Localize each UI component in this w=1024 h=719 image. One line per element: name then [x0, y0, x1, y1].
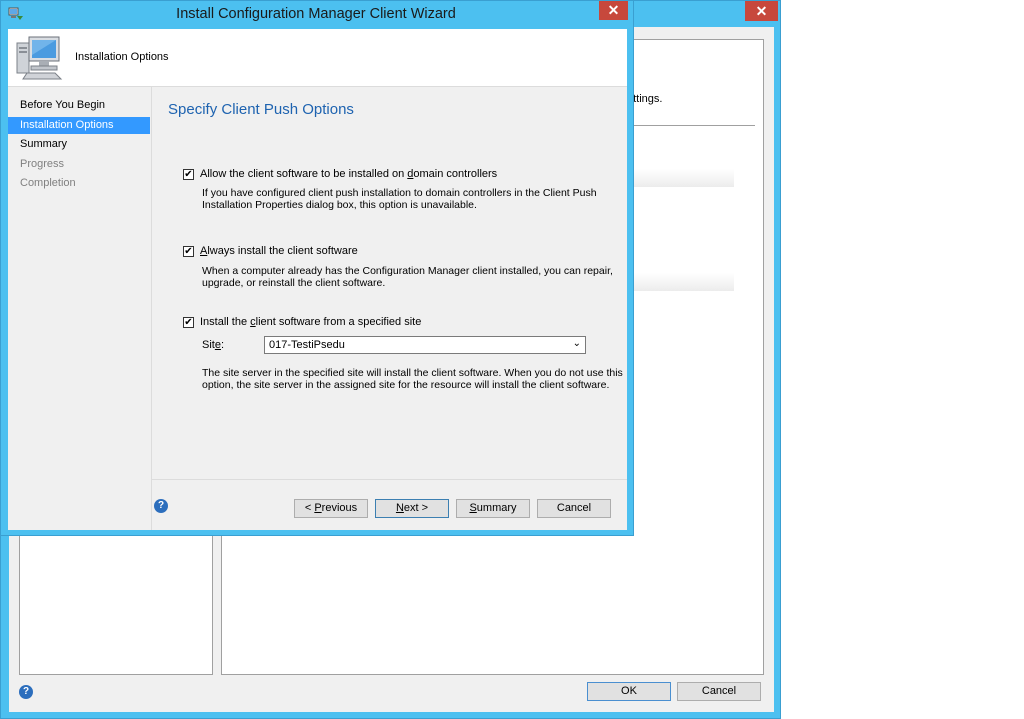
nav-item-summary[interactable]: Summary: [8, 136, 150, 153]
nav-item-installation-options[interactable]: Installation Options: [8, 117, 150, 134]
summary-button[interactable]: Summary: [456, 499, 530, 518]
specified-site-checkbox[interactable]: ✔: [183, 317, 194, 328]
wizard-title: Install Configuration Manager Client Wiz…: [176, 6, 456, 22]
always-install-description: When a computer already has the Configur…: [202, 265, 613, 289]
domain-controllers-description: If you have configured client push insta…: [202, 187, 597, 211]
previous-button[interactable]: < Previous: [294, 499, 368, 518]
always-install-checkbox[interactable]: ✔: [183, 246, 194, 257]
wizard-window: Install Configuration Manager Client Wiz…: [0, 0, 634, 536]
wizard-close-button[interactable]: ✕: [599, 1, 628, 20]
site-dropdown[interactable]: 017-TestiPsedu ⌄: [264, 336, 586, 354]
background-help-icon[interactable]: ?: [19, 685, 33, 699]
page-heading: Specify Client Push Options: [168, 101, 354, 118]
background-divider: [627, 125, 755, 126]
background-ok-button[interactable]: OK: [587, 682, 671, 701]
wizard-content: Specify Client Push Options ✔ Allow the …: [152, 86, 627, 530]
background-cancel-button[interactable]: Cancel: [677, 682, 761, 701]
nav-item-before-you-begin[interactable]: Before You Begin: [8, 97, 150, 114]
domain-controllers-checkbox[interactable]: ✔: [183, 169, 194, 180]
wizard-header: Installation Options: [8, 29, 627, 86]
nav-item-completion: Completion: [20, 177, 76, 189]
site-label: Site:: [202, 339, 225, 351]
help-icon[interactable]: ?: [154, 499, 168, 513]
background-shade-2: [627, 273, 734, 291]
computer-icon: [16, 36, 63, 80]
domain-controllers-label[interactable]: Allow the client software to be installe…: [200, 168, 497, 180]
background-shade-1: [627, 169, 734, 187]
cancel-button[interactable]: Cancel: [537, 499, 611, 518]
background-close-button[interactable]: ✕: [745, 1, 778, 21]
always-install-label[interactable]: Always install the client software: [200, 245, 358, 257]
wizard-client-area: Installation Options Before You Begin In…: [8, 29, 627, 530]
chevron-down-icon[interactable]: ⌄: [573, 338, 581, 349]
wizard-header-title: Installation Options: [75, 51, 169, 63]
nav-item-progress: Progress: [20, 158, 65, 170]
footer-divider: [152, 479, 627, 480]
specified-site-description: The site server in the specified site wi…: [202, 367, 623, 391]
specified-site-label[interactable]: Install the client software from a speci…: [200, 316, 421, 328]
wizard-step-nav: Before You Begin Installation Options Su…: [8, 86, 152, 530]
next-button[interactable]: Next >: [375, 499, 449, 518]
site-dropdown-value: 017-TestiPsedu: [269, 339, 345, 351]
